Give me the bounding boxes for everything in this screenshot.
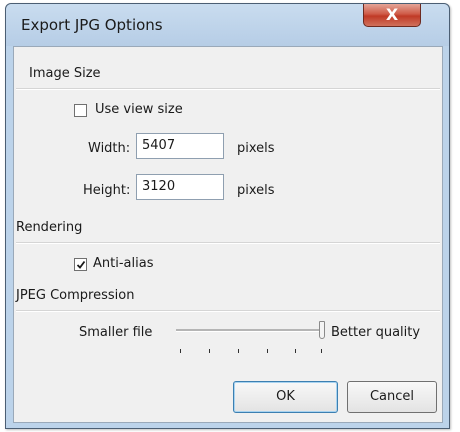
rendering-separator: [16, 242, 440, 244]
rendering-header: Rendering: [16, 220, 83, 235]
slider-tick: [238, 349, 239, 353]
use-view-size-label: Use view size: [95, 102, 183, 117]
cancel-button[interactable]: Cancel: [347, 381, 437, 413]
anti-alias-checkbox[interactable]: [74, 258, 87, 271]
close-button[interactable]: X: [363, 4, 421, 27]
close-icon: X: [385, 5, 399, 24]
dialog-body: Image Size Use view size Width: 5407 pix…: [13, 46, 443, 423]
quality-slider-thumb[interactable]: [319, 321, 325, 339]
image-size-header: Image Size: [29, 66, 101, 81]
checkmark-icon: [76, 260, 86, 269]
ok-button[interactable]: OK: [233, 381, 338, 413]
export-jpg-dialog: Export JPG Options X Image Size Use view…: [5, 3, 450, 429]
width-label: Width:: [88, 141, 131, 156]
width-unit: pixels: [237, 141, 275, 156]
height-unit: pixels: [237, 183, 275, 198]
height-input[interactable]: 3120: [136, 174, 224, 200]
title-bar[interactable]: Export JPG Options X: [6, 4, 449, 46]
quality-slider-track[interactable]: [176, 329, 322, 332]
slider-tick: [180, 349, 181, 353]
height-label: Height:: [83, 183, 131, 198]
slider-max-label: Better quality: [331, 325, 421, 340]
image-size-separator: [16, 88, 440, 90]
jpeg-compression-header: JPEG Compression: [16, 288, 135, 303]
slider-tick: [209, 349, 210, 353]
dialog-title: Export JPG Options: [21, 16, 163, 34]
slider-min-label: Smaller file: [79, 325, 153, 340]
slider-tick: [321, 349, 322, 353]
jpeg-compression-separator: [16, 310, 440, 312]
slider-tick: [295, 349, 296, 353]
use-view-size-checkbox[interactable]: [74, 104, 87, 117]
anti-alias-label: Anti-alias: [93, 256, 154, 271]
width-input[interactable]: 5407: [136, 133, 224, 159]
slider-tick: [267, 349, 268, 353]
